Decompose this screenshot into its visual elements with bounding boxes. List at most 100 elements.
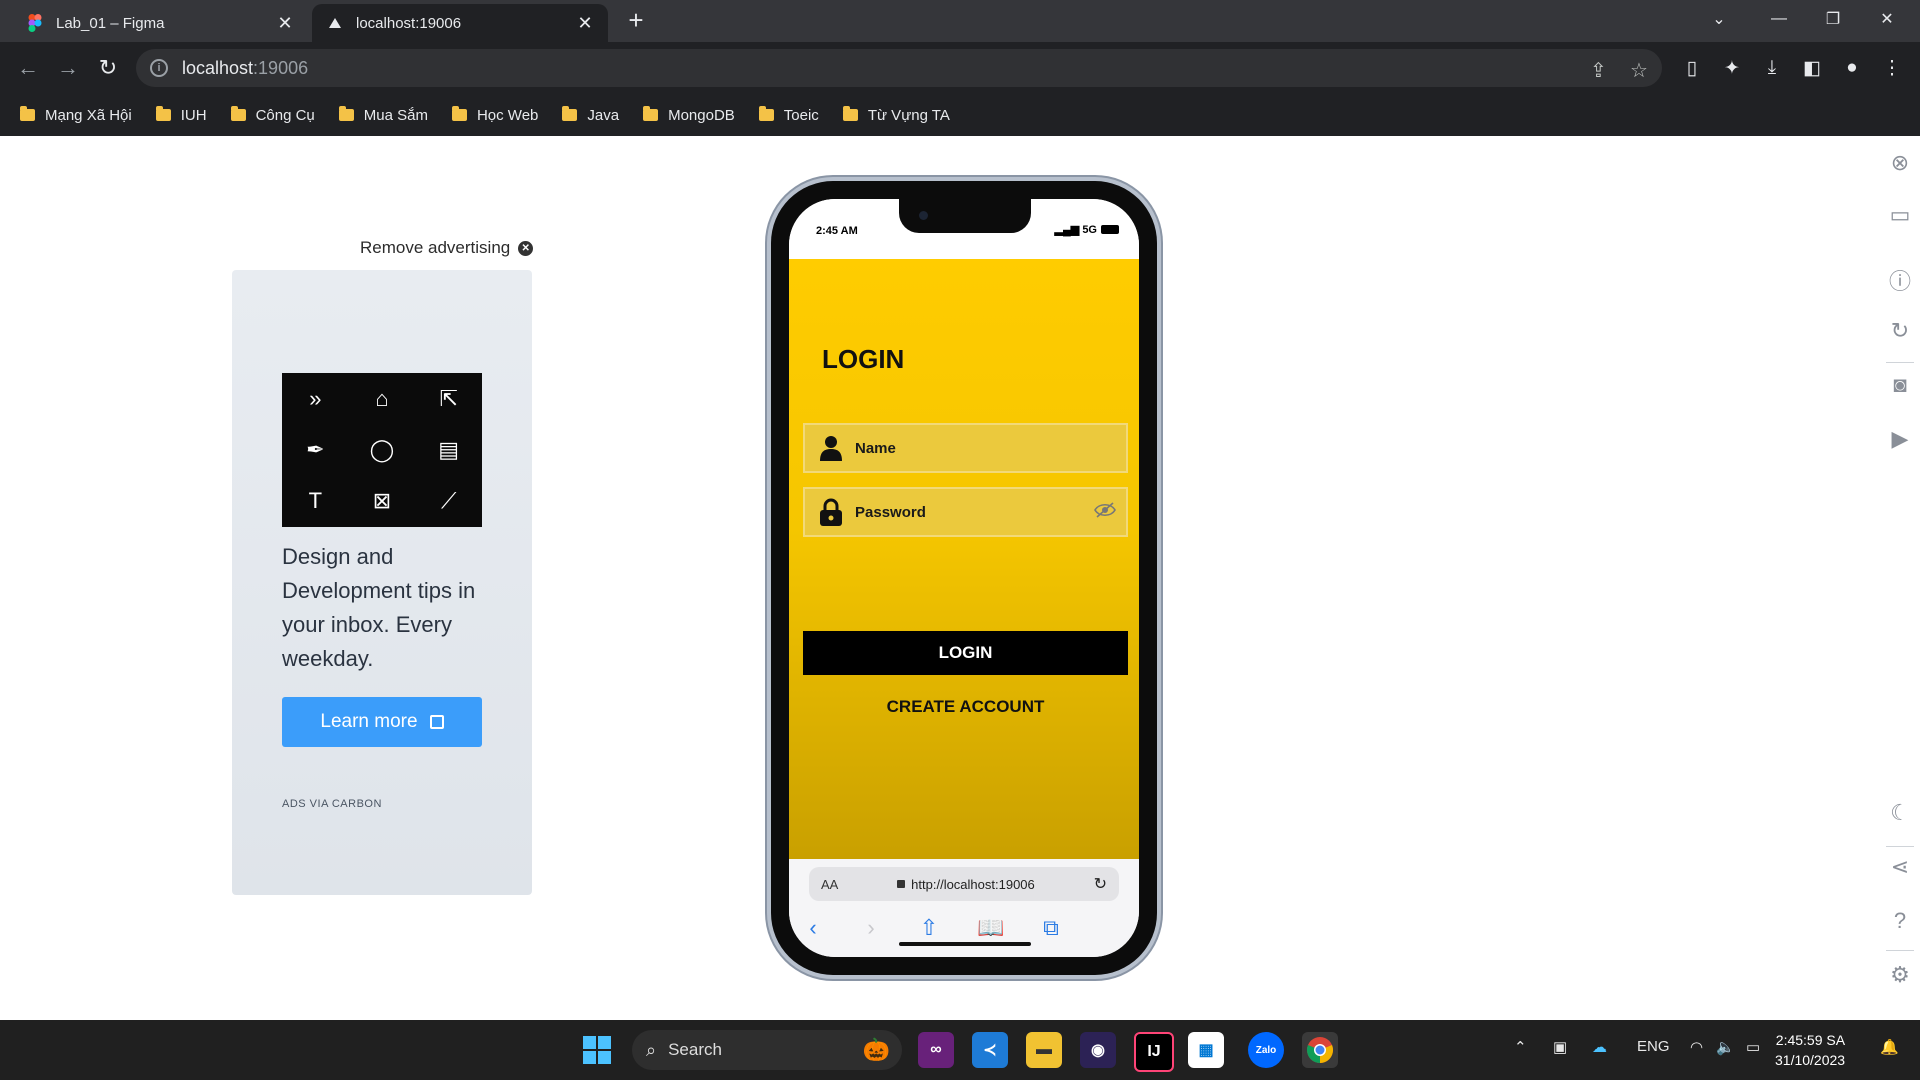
phone-screen: 2:45 AM ▂▄▆ 5G LOGIN Name Password LOGIN… <box>789 199 1139 957</box>
file-explorer-icon[interactable]: ▬ <box>1026 1032 1062 1068</box>
eye-off-icon[interactable] <box>1094 501 1116 523</box>
new-tab-button[interactable]: + <box>622 6 650 34</box>
safari-forward-icon[interactable]: › <box>851 915 891 941</box>
info-icon[interactable]: ⓘ <box>1880 264 1920 296</box>
taskbar-search[interactable]: ⌕ Search 🎃 <box>632 1030 902 1070</box>
safari-share-icon[interactable]: ⇧ <box>909 915 949 941</box>
safari-reload-icon[interactable]: ↻ <box>1094 874 1107 894</box>
zalo-icon[interactable]: Zalo <box>1248 1032 1284 1068</box>
download-icon[interactable]: ⤓ <box>1758 54 1786 82</box>
vscode-icon[interactable]: ≺ <box>972 1032 1008 1068</box>
restore-button[interactable]: ❐ <box>1810 0 1856 38</box>
learn-more-button[interactable]: Learn more <box>282 697 482 747</box>
close-tab-icon[interactable]: ✕ <box>576 13 594 34</box>
safari-address-bar[interactable]: AA http://localhost:19006 ↻ <box>809 867 1119 901</box>
taskbar: ⌕ Search 🎃 ∞ ≺ ▬ ◉ IJ ▦ Zalo ⌃ ▣ ☁ ENG ◠… <box>0 1020 1920 1080</box>
camera-icon[interactable]: ◙ <box>1880 372 1920 398</box>
pen-tool-icon: ✒ <box>306 436 325 462</box>
tab-search-icon[interactable]: ⌄ <box>1696 0 1742 38</box>
eclipse-icon[interactable]: ◉ <box>1080 1032 1116 1068</box>
back-icon[interactable]: ← <box>12 52 44 84</box>
iphone-frame: 2:45 AM ▂▄▆ 5G LOGIN Name Password LOGIN… <box>771 181 1157 975</box>
moon-icon[interactable]: ☾ <box>1880 800 1920 826</box>
lasso-icon: ◯ <box>369 436 395 462</box>
minimize-button[interactable]: — <box>1756 0 1802 38</box>
bookmark-folder[interactable]: Java <box>562 106 619 124</box>
bookmark-folder[interactable]: IUH <box>155 106 207 124</box>
login-button[interactable]: LOGIN <box>803 631 1128 675</box>
intellij-icon[interactable]: IJ <box>1134 1032 1174 1072</box>
text-size-button[interactable]: AA <box>821 877 838 892</box>
bookmark-folder[interactable]: MongoDB <box>643 106 735 124</box>
devices-new-icon[interactable]: ▭ <box>1880 202 1920 228</box>
battery-icon <box>1101 225 1119 234</box>
ad-headline[interactable]: Design and Development tips in your inbo… <box>282 540 497 676</box>
microsoft-store-icon[interactable]: ▦ <box>1188 1032 1224 1068</box>
ad-image[interactable]: » ⌂ ⇱ ✒ ◯ ▤ T ⊠ ⟋ <box>282 373 482 527</box>
chrome-icon[interactable] <box>1302 1032 1338 1068</box>
folder-icon <box>230 106 246 121</box>
angle-icon: ⟋ <box>440 488 457 514</box>
close-tab-icon[interactable]: ✕ <box>276 13 294 34</box>
divider <box>1886 362 1914 363</box>
safari-tabs-icon[interactable]: ⧉ <box>1031 915 1071 941</box>
windows-start-icon[interactable] <box>583 1036 611 1064</box>
ads-via-carbon[interactable]: ADS VIA CARBON <box>282 798 382 810</box>
menu-icon[interactable]: ⋮ <box>1878 54 1906 82</box>
volume-icon[interactable]: 🔈 <box>1716 1038 1735 1056</box>
help-icon[interactable]: ? <box>1880 908 1920 934</box>
safari-back-icon[interactable]: ‹ <box>793 915 833 941</box>
share-icon[interactable]: ⇪ <box>1590 58 1607 83</box>
bookmark-folder[interactable]: Học Web <box>451 106 538 124</box>
password-field[interactable]: Password <box>803 487 1128 537</box>
name-placeholder: Name <box>855 439 896 457</box>
taskbar-clock[interactable]: 2:45:59 SA 31/10/2023 <box>1775 1030 1845 1070</box>
tray-app-icon[interactable]: ▣ <box>1553 1038 1567 1056</box>
share-icon[interactable]: ⋖ <box>1880 854 1920 880</box>
profile-icon[interactable]: ● <box>1838 54 1866 82</box>
close-window-button[interactable]: ✕ <box>1864 0 1910 38</box>
lock-icon <box>817 498 845 526</box>
folder-icon <box>338 106 354 121</box>
bookmark-folder[interactable]: Mạng Xã Hội <box>20 106 132 124</box>
bookmark-folder[interactable]: Toeic <box>758 106 819 124</box>
create-account-link[interactable]: CREATE ACCOUNT <box>803 697 1128 717</box>
tab-figma[interactable]: Lab_01 – Figma ✕ <box>12 4 308 42</box>
network-label: 5G <box>1082 223 1097 236</box>
bookmark-star-icon[interactable]: ☆ <box>1630 58 1648 83</box>
bookmark-folder[interactable]: Mua Sắm <box>338 106 428 124</box>
forward-icon[interactable]: → <box>52 52 84 84</box>
bookmarks-bar: Mạng Xã Hội IUH Công Cụ Mua Sắm Học Web … <box>0 94 1920 136</box>
remove-advertising-link[interactable]: Remove advertising ✕ <box>360 238 534 258</box>
lock-small-icon <box>897 880 906 888</box>
phone-volume-down-button <box>765 446 770 498</box>
bookmark-folder[interactable]: Công Cụ <box>230 106 315 124</box>
wifi-icon[interactable]: ◠ <box>1690 1038 1703 1056</box>
close-circle-icon[interactable]: ⊗ <box>1880 150 1920 176</box>
folder-icon <box>451 106 467 121</box>
battery-icon[interactable]: ▭ <box>1746 1038 1760 1056</box>
tray-overflow-icon[interactable]: ⌃ <box>1514 1038 1527 1056</box>
page-viewport: Remove advertising ✕ » ⌂ ⇱ ✒ ◯ ▤ T ⊠ ⟋ D… <box>0 136 1920 1020</box>
password-placeholder: Password <box>855 503 926 521</box>
tab-localhost[interactable]: localhost:19006 ✕ <box>312 4 608 42</box>
bookmark-folder[interactable]: Từ Vựng TA <box>842 106 950 124</box>
reload-icon[interactable]: ↻ <box>92 52 124 84</box>
notification-icon[interactable]: 🔔 <box>1880 1038 1899 1056</box>
address-bar[interactable]: i localhost:19006 ⇪ ☆ <box>136 49 1662 87</box>
language-indicator[interactable]: ENG <box>1637 1038 1670 1055</box>
video-icon[interactable]: ▶ <box>1880 426 1920 452</box>
phone-mute-button <box>765 326 770 352</box>
rotate-icon[interactable]: ↻ <box>1880 318 1920 344</box>
onedrive-icon[interactable]: ☁ <box>1592 1038 1607 1056</box>
site-info-icon[interactable]: i <box>150 59 168 77</box>
home-icon: ⌂ <box>375 385 389 411</box>
name-field[interactable]: Name <box>803 423 1128 473</box>
settings-gear-icon[interactable]: ⚙ <box>1880 962 1920 988</box>
visual-studio-icon[interactable]: ∞ <box>918 1032 954 1068</box>
folder-icon <box>842 106 858 121</box>
safari-bookmarks-icon[interactable]: 📖 <box>971 915 1011 941</box>
side-panel-icon[interactable]: ◧ <box>1798 54 1826 82</box>
extensions-icon[interactable]: ✦ <box>1718 54 1746 82</box>
device-icon[interactable]: ▯ <box>1678 54 1706 82</box>
